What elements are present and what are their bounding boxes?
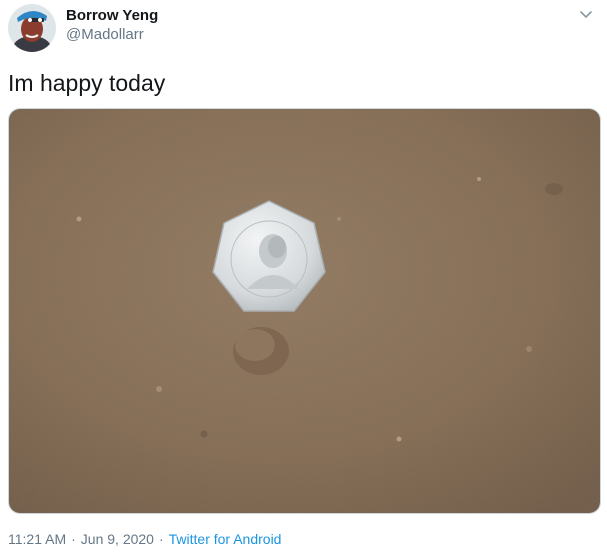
tweet-source-link[interactable]: Twitter for Android xyxy=(169,531,282,547)
tweet-photo[interactable] xyxy=(8,108,601,514)
avatar[interactable] xyxy=(8,4,56,52)
coin-on-ground-photo xyxy=(9,109,600,513)
meta-separator: · xyxy=(71,531,76,547)
tweet-time[interactable]: 11:21 AM xyxy=(8,531,66,547)
tweet-text: Im happy today xyxy=(8,70,166,96)
chevron-down-icon xyxy=(580,11,592,19)
tweet-card: Borrow Yeng @Madollarr Im happy today 11… xyxy=(0,0,607,555)
tweet-meta: 11:21 AM · Jun 9, 2020 · Twitter for Android xyxy=(8,531,281,547)
author-handle[interactable]: @Madollarr xyxy=(66,26,144,43)
cartoon-avatar-icon xyxy=(8,4,56,52)
tweet-date[interactable]: Jun 9, 2020 xyxy=(81,531,154,547)
meta-separator: · xyxy=(158,531,164,547)
tweet-menu-button[interactable] xyxy=(578,6,594,22)
author-name[interactable]: Borrow Yeng xyxy=(66,7,158,24)
